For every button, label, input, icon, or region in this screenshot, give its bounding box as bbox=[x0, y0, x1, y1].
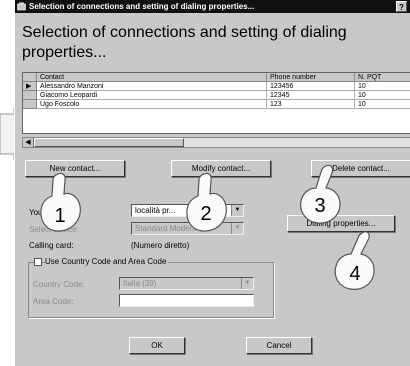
area-code-input[interactable] bbox=[119, 294, 254, 307]
column-header-phone[interactable]: Phone number bbox=[267, 73, 355, 82]
delete-contact-button[interactable]: Delete contact... bbox=[311, 160, 410, 177]
location-label: Your location: bbox=[29, 208, 78, 217]
table-row[interactable]: Ugo Foscolo 123 10 bbox=[23, 100, 410, 109]
calling-card-value: (Numero diretto) bbox=[131, 241, 190, 250]
country-code-select: Italia (39) ▼ bbox=[119, 277, 254, 290]
row-header-corner bbox=[23, 73, 37, 82]
row-selector[interactable] bbox=[23, 100, 37, 109]
cell-pqt[interactable]: 10 bbox=[355, 82, 410, 91]
device-label: Select device: bbox=[29, 225, 79, 234]
cell-contact[interactable]: Giacomo Leopardi bbox=[37, 91, 267, 100]
phone-app-icon bbox=[17, 2, 26, 11]
scroll-left-arrow-icon[interactable]: ◀ bbox=[23, 138, 34, 147]
chevron-down-icon[interactable]: ▼ bbox=[231, 205, 243, 216]
table-row[interactable]: Giacomo Leopardi 12345 10 bbox=[23, 91, 410, 100]
chevron-down-icon: ▼ bbox=[231, 223, 243, 234]
cell-phone[interactable]: 12345 bbox=[267, 91, 355, 100]
table-row[interactable]: ▶ Alessandro Manzoni 123456 10 bbox=[23, 82, 410, 91]
cell-pqt[interactable]: 10 bbox=[355, 100, 410, 109]
location-select[interactable]: località pr... ▼ bbox=[131, 204, 244, 217]
country-code-value: Italia (39) bbox=[123, 279, 157, 288]
column-header-pqt[interactable]: N. PQT bbox=[355, 73, 410, 82]
window-title: Selection of connections and setting of … bbox=[29, 2, 255, 11]
country-area-groupbox: Use Country Code and Area Code Country C… bbox=[28, 257, 274, 318]
use-country-code-label[interactable]: Use Country Code and Area Code bbox=[45, 257, 169, 266]
cell-contact[interactable]: Ugo Foscolo bbox=[37, 100, 267, 109]
device-value: Standard Modem bbox=[135, 224, 197, 233]
dialog-window: Selection of connections and setting of … bbox=[14, 0, 410, 366]
new-contact-button[interactable]: New contact... bbox=[25, 160, 125, 177]
modify-contact-button[interactable]: Modify contact... bbox=[171, 160, 271, 177]
cancel-button[interactable]: Cancel bbox=[246, 337, 312, 354]
page-title: Selection of connections and setting of … bbox=[22, 24, 347, 61]
chevron-down-icon: ▼ bbox=[241, 278, 253, 289]
country-code-label: Country Code: bbox=[33, 280, 85, 289]
cell-pqt[interactable]: 10 bbox=[355, 91, 410, 100]
row-selector[interactable]: ▶ bbox=[23, 82, 37, 91]
ok-button[interactable]: OK bbox=[129, 337, 185, 354]
current-row-marker-icon: ▶ bbox=[26, 83, 32, 90]
contacts-table: Contact Phone number N. PQT ▶ Alessandro… bbox=[22, 72, 410, 134]
cell-phone[interactable]: 123 bbox=[267, 100, 355, 109]
title-bar[interactable]: Selection of connections and setting of … bbox=[15, 0, 410, 13]
device-select: Standard Modem ▼ bbox=[131, 222, 244, 235]
use-country-code-checkbox[interactable] bbox=[34, 258, 42, 266]
location-value: località pr... bbox=[135, 206, 176, 215]
help-button[interactable]: ? bbox=[396, 1, 407, 12]
calling-card-label: Calling card: bbox=[29, 241, 74, 250]
cell-contact[interactable]: Alessandro Manzoni bbox=[37, 82, 267, 91]
area-code-label: Area Code: bbox=[33, 297, 74, 306]
scroll-thumb[interactable] bbox=[34, 138, 184, 147]
column-header-contact[interactable]: Contact bbox=[37, 73, 267, 82]
table-horizontal-scrollbar[interactable]: ◀ bbox=[22, 137, 410, 148]
cell-phone[interactable]: 123456 bbox=[267, 82, 355, 91]
dialing-properties-button[interactable]: Dialing properties... bbox=[287, 215, 395, 232]
row-selector[interactable] bbox=[23, 91, 37, 100]
